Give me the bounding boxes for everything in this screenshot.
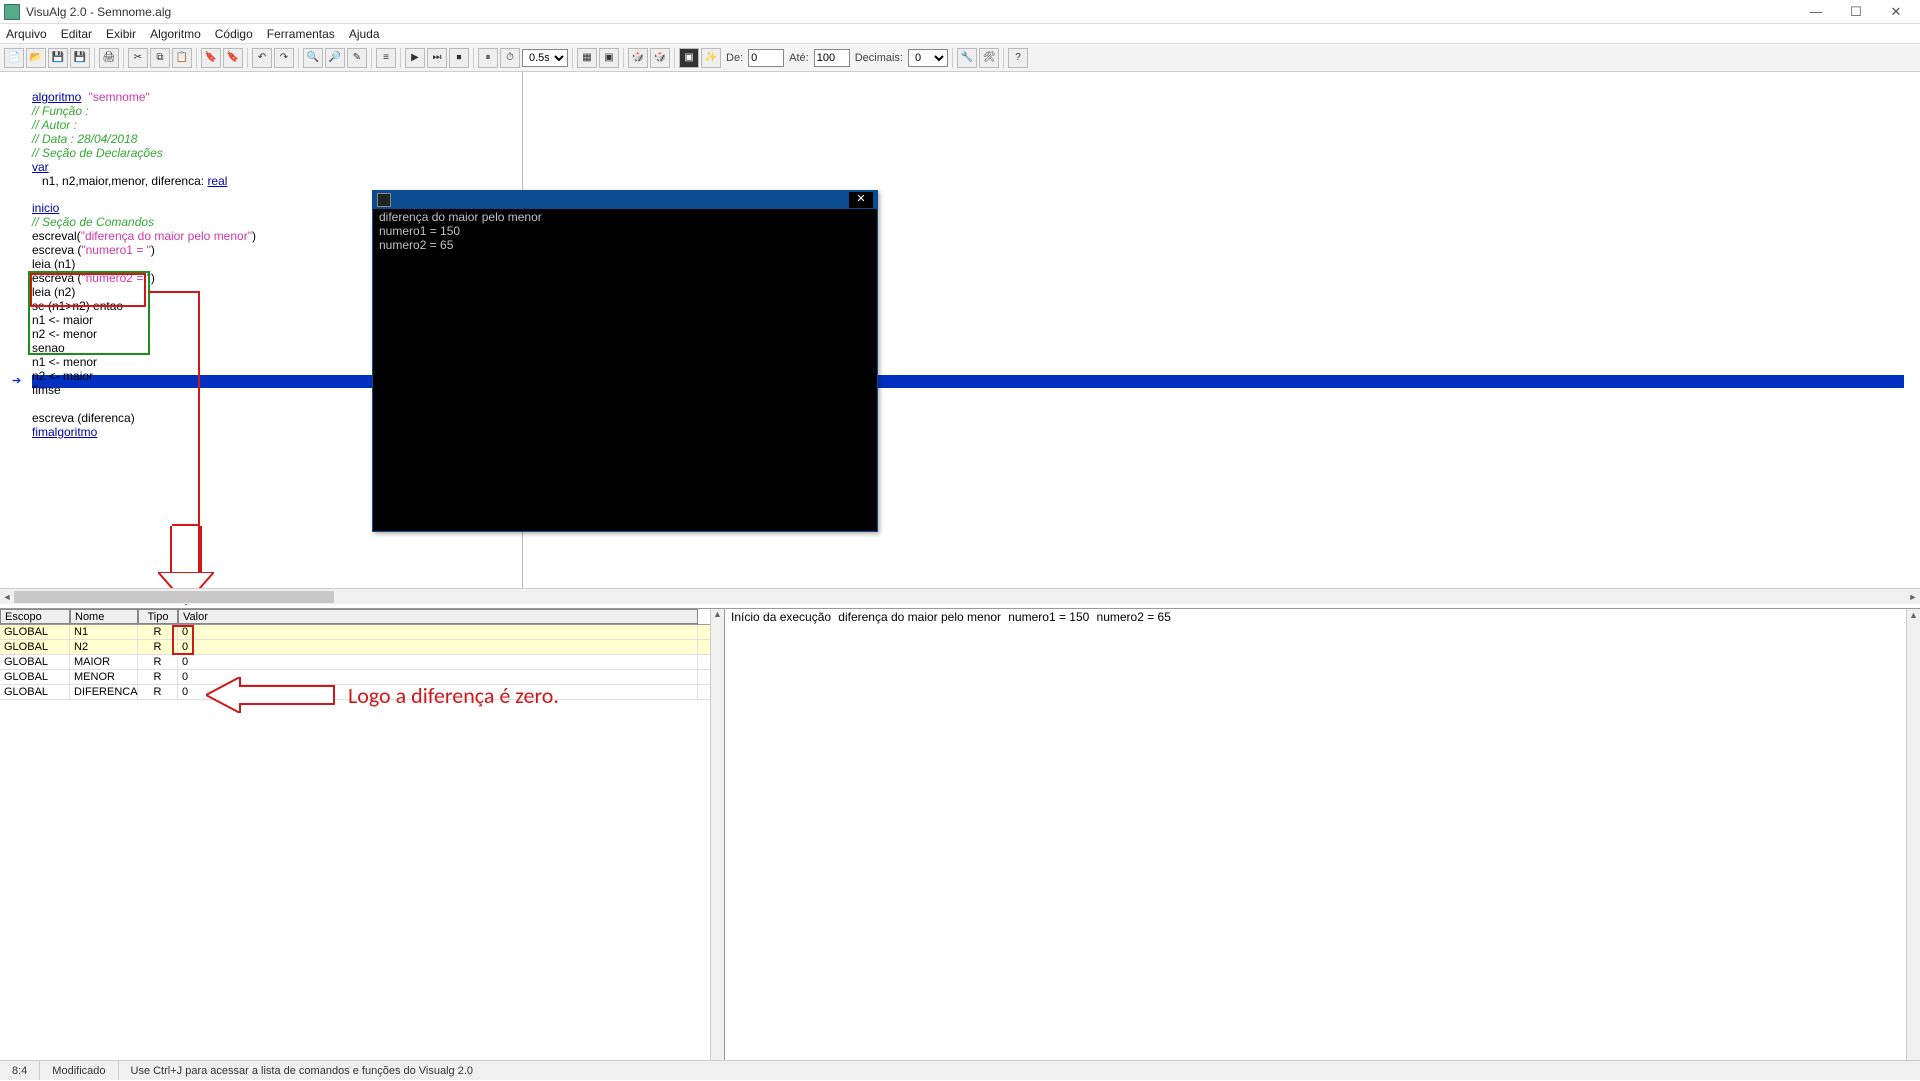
menu-ajuda[interactable]: Ajuda [349, 27, 380, 41]
log-line: numero1 = 150 [1008, 610, 1089, 624]
toolbar: 📄 📂 💾 💾 🖨 ✂ ⧉ 📋 🔖 🔖 ↶ ↷ 🔍 🔎 ✎ ≡ ▶ ⏭ ⏹ ⏸ … [0, 44, 1920, 72]
status-modified: Modificado [40, 1061, 118, 1080]
app-icon [4, 4, 20, 20]
editor-area: ➔ algoritmo "semnome" // Função : // Aut… [0, 72, 1920, 604]
menu-arquivo[interactable]: Arquivo [6, 27, 47, 41]
print-icon[interactable]: 🖨 [99, 48, 119, 68]
annot-line1 [148, 291, 200, 293]
arrow-left-icon [206, 677, 336, 713]
find-next-icon[interactable]: 🔎 [325, 48, 345, 68]
status-hint: Use Ctrl+J para acessar a lista de coman… [119, 1061, 1920, 1080]
log-panel: Início da execução diferença do maior pe… [724, 608, 1920, 1060]
log-line: Início da execução [731, 610, 831, 624]
log-line: diferença do maior pelo menor [838, 610, 1001, 624]
col-valor[interactable]: Valor [178, 609, 698, 624]
arrow-down-top [172, 524, 200, 526]
help-icon[interactable]: ? [1008, 48, 1028, 68]
menu-exibir[interactable]: Exibir [106, 27, 136, 41]
cut-icon[interactable]: ✂ [128, 48, 148, 68]
save-icon[interactable]: 💾 [48, 48, 68, 68]
var-row[interactable]: GLOBALN1R0 [0, 625, 724, 640]
dec-select[interactable]: 0 [908, 49, 948, 67]
open-icon[interactable]: 📂 [26, 48, 46, 68]
vscroll-up-icon[interactable]: ▲ [711, 609, 724, 623]
new-icon[interactable]: 📄 [4, 48, 24, 68]
hscroll-thumb[interactable] [14, 591, 334, 603]
stop-icon[interactable]: ⏹ [449, 48, 469, 68]
step-icon[interactable]: ⏭ [427, 48, 447, 68]
menu-editar[interactable]: Editar [61, 27, 92, 41]
exec-arrow-icon: ➔ [12, 375, 24, 387]
editor-hscroll[interactable]: ◄ ► [0, 588, 1920, 604]
code-editor[interactable]: algoritmo "semnome" // Função : // Autor… [32, 78, 1920, 440]
ate-input[interactable] [814, 49, 850, 67]
paste-icon[interactable]: 📋 [172, 48, 192, 68]
replace-icon[interactable]: ✎ [347, 48, 367, 68]
speed-select[interactable]: 0.5s [522, 49, 568, 67]
col-escopo[interactable]: Escopo [0, 609, 70, 624]
variables-panel: Escopo Nome Tipo Valor GLOBALN1R0 GLOBAL… [0, 608, 724, 1060]
col-tipo[interactable]: Tipo [138, 609, 178, 624]
varpanel-vscroll[interactable]: ▲ [710, 609, 724, 1060]
col-nome[interactable]: Nome [70, 609, 138, 624]
window-titlebar: VisuAlg 2.0 - Semnome.alg — ☐ ✕ [0, 0, 1920, 24]
random-icon[interactable]: 🎲 [628, 48, 648, 68]
highlight-icon[interactable]: ✨ [701, 48, 721, 68]
status-bar: 8:4 Modificado Use Ctrl+J para acessar a… [0, 1060, 1920, 1080]
vars-icon[interactable]: ▦ [577, 48, 597, 68]
menu-ferramentas[interactable]: Ferramentas [267, 27, 335, 41]
saveas-icon[interactable]: 💾 [70, 48, 90, 68]
var-header-row: Escopo Nome Tipo Valor [0, 609, 724, 625]
minimize-button[interactable]: — [1796, 4, 1836, 19]
var-row[interactable]: GLOBALMAIORR0 [0, 655, 724, 670]
annotation-text-2: Logo a diferença é zero. [348, 681, 559, 711]
pause-icon[interactable]: ⏸ [478, 48, 498, 68]
menu-algoritmo[interactable]: Algoritmo [150, 27, 201, 41]
logpanel-vscroll[interactable]: ▲ [1906, 609, 1920, 1060]
menu-bar: Arquivo Editar Exibir Algoritmo Código F… [0, 24, 1920, 44]
dos-icon[interactable]: ▣ [599, 48, 619, 68]
menu-codigo[interactable]: Código [215, 27, 253, 41]
random2-icon[interactable]: 🎲 [650, 48, 670, 68]
console-icon [377, 193, 391, 207]
arrow-down-shaft-r [200, 526, 202, 576]
tool1-icon[interactable]: 🔧 [957, 48, 977, 68]
console-output: diferença do maior pelo menor numero1 = … [373, 209, 877, 531]
console-titlebar[interactable]: ✕ [373, 191, 877, 209]
find-icon[interactable]: 🔍 [303, 48, 323, 68]
maximize-button[interactable]: ☐ [1836, 4, 1876, 20]
console-window[interactable]: ✕ diferença do maior pelo menor numero1 … [372, 190, 878, 532]
dec-label: Decimais: [852, 52, 906, 64]
indent-icon[interactable]: ≡ [376, 48, 396, 68]
console-close-button[interactable]: ✕ [849, 192, 873, 208]
bottom-panels: Escopo Nome Tipo Valor GLOBALN1R0 GLOBAL… [0, 608, 1920, 1060]
hscroll-left-icon[interactable]: ◄ [0, 589, 14, 605]
timer-icon[interactable]: ⏱ [500, 48, 520, 68]
dos2-icon[interactable]: ▣ [679, 48, 699, 68]
arrow-down-shaft-l [170, 526, 172, 576]
vscroll-up-icon[interactable]: ▲ [1907, 609, 1920, 623]
tool2-icon[interactable]: 🛠 [979, 48, 999, 68]
annotation-red-box-vars [172, 625, 194, 655]
goto-icon[interactable]: 🔖 [223, 48, 243, 68]
var-row[interactable]: GLOBALN2R0 [0, 640, 724, 655]
log-line: numero2 = 65 [1097, 610, 1171, 624]
hscroll-right-icon[interactable]: ► [1906, 589, 1920, 605]
window-title: VisuAlg 2.0 - Semnome.alg [26, 5, 171, 19]
run-icon[interactable]: ▶ [405, 48, 425, 68]
annotation-red-box-code [30, 273, 146, 307]
ate-label: Até: [786, 52, 812, 64]
de-label: De: [723, 52, 746, 64]
copy-icon[interactable]: ⧉ [150, 48, 170, 68]
redo-icon[interactable]: ↷ [274, 48, 294, 68]
undo-icon[interactable]: ↶ [252, 48, 272, 68]
bookmark-icon[interactable]: 🔖 [201, 48, 221, 68]
status-pos: 8:4 [0, 1061, 40, 1080]
close-button[interactable]: ✕ [1876, 4, 1916, 20]
de-input[interactable] [748, 49, 784, 67]
